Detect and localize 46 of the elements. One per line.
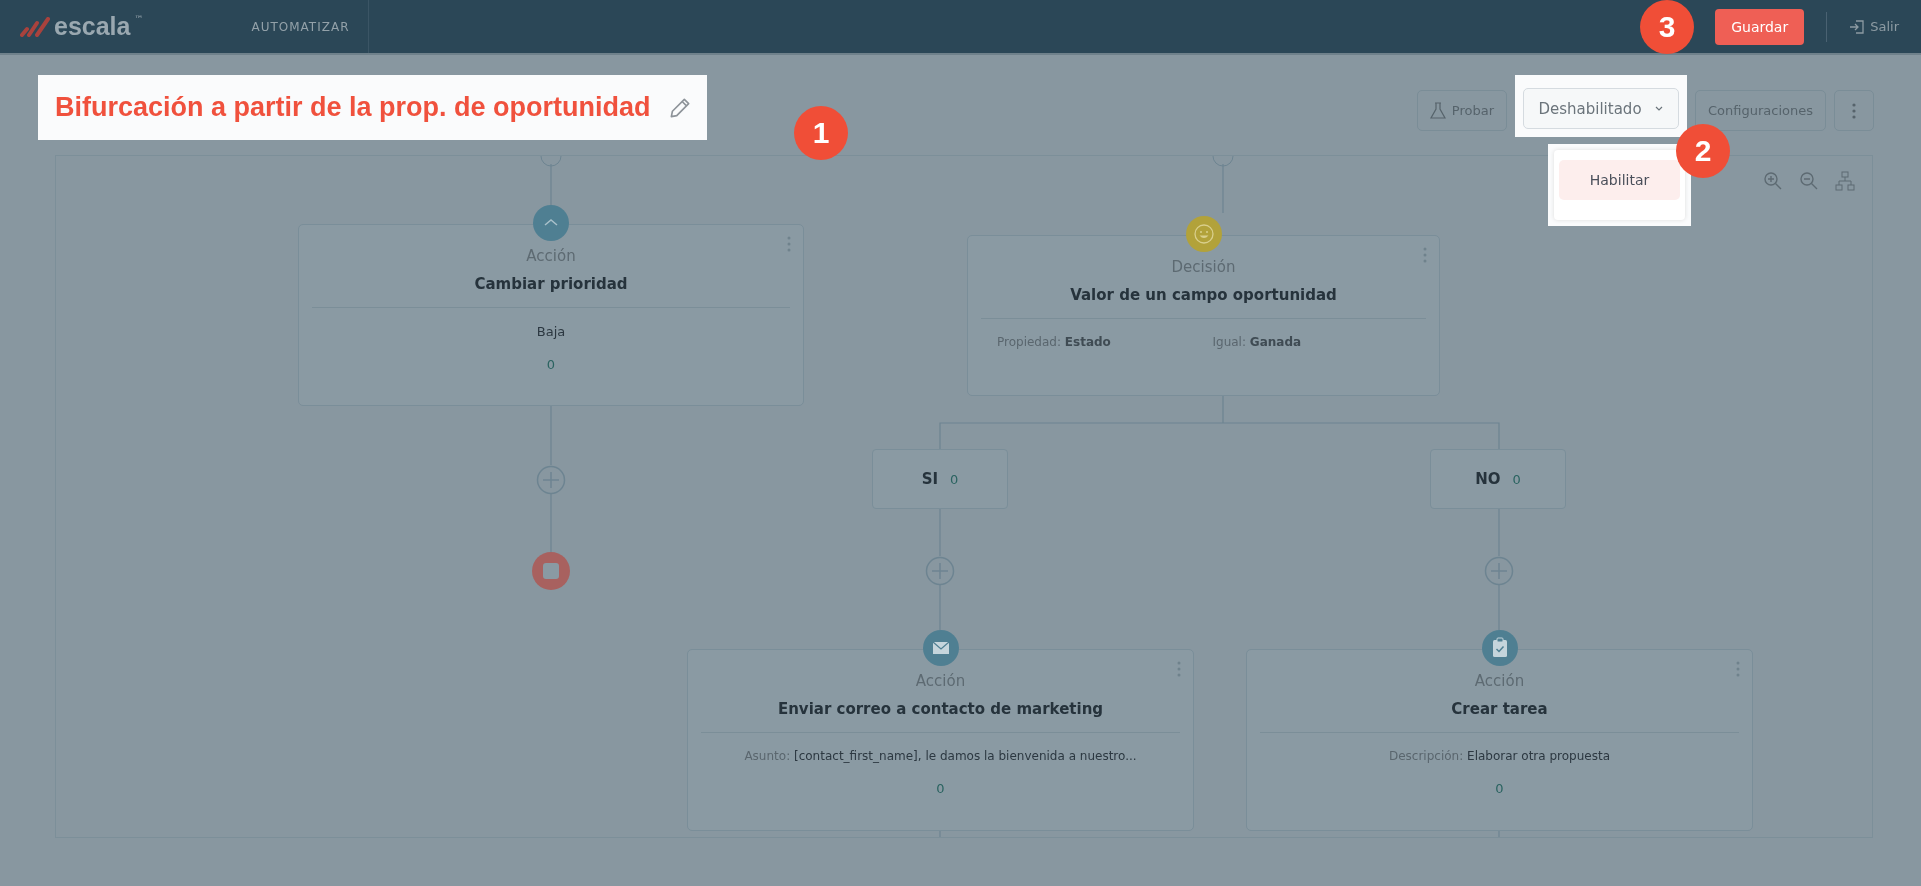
- node-count: 0: [936, 781, 945, 796]
- branch-label: NO: [1475, 470, 1501, 488]
- detail-value: [contact_first_name], le damos la bienvenida a nuestro...: [794, 749, 1137, 763]
- smiley-icon: [1185, 216, 1222, 252]
- add-step-icon[interactable]: [536, 465, 566, 495]
- node-title: Crear tarea: [1451, 700, 1548, 718]
- clipboard-check-icon: [1481, 630, 1518, 666]
- logo-text: escala: [54, 12, 131, 41]
- connector-end: [1212, 156, 1234, 167]
- detail-value: Baja: [536, 324, 566, 339]
- hierarchy-icon[interactable]: [1835, 171, 1855, 191]
- stop-icon: [532, 552, 570, 590]
- node-count: 0: [1495, 781, 1504, 796]
- add-step-icon[interactable]: [925, 556, 955, 586]
- caret-icon: [1653, 104, 1664, 113]
- branch-count: 0: [1512, 471, 1521, 487]
- logo-bars-icon: [20, 16, 50, 37]
- branch-box[interactable]: SI 0: [872, 449, 1008, 509]
- node-title: Enviar correo a contacto de marketing: [777, 700, 1104, 718]
- chevron-up-icon: [533, 205, 569, 241]
- status-dropdown[interactable]: Deshabilitado: [1523, 88, 1679, 129]
- step-badge: 1: [794, 106, 848, 160]
- detail-value: Elaborar otra propuesta: [1467, 749, 1611, 763]
- node-count: 0: [546, 357, 556, 372]
- automation-title: Bifurcación a partir de la prop. de oportunidad: [55, 92, 651, 123]
- trademark-mark: ™: [134, 14, 144, 24]
- branch-count: 0: [950, 471, 959, 487]
- detail-value: Ganada: [1249, 335, 1302, 349]
- node-title: Valor de un campo oportunidad: [1070, 286, 1337, 304]
- save-button[interactable]: Guardar: [1715, 8, 1805, 45]
- zoom-out-icon[interactable]: [1799, 171, 1819, 191]
- node-title: Cambiar prioridad: [474, 275, 628, 293]
- add-step-icon[interactable]: [1484, 556, 1514, 586]
- envelope-icon: [922, 630, 959, 666]
- menu-option[interactable]: Habilitar: [1559, 160, 1680, 200]
- zoom-in-icon[interactable]: [1763, 171, 1783, 191]
- connector-end: [540, 156, 562, 167]
- kebab-icon: [1852, 101, 1856, 120]
- flask-icon: [1429, 101, 1446, 120]
- exit-link[interactable]: Salir: [1849, 18, 1899, 35]
- more-button[interactable]: [1834, 90, 1874, 131]
- branch-box[interactable]: NO 0: [1430, 449, 1566, 509]
- exit-icon: [1849, 18, 1866, 35]
- branch-label: SI: [921, 470, 939, 488]
- detail-value: Estado: [1064, 335, 1111, 349]
- section-label: AUTOMATIZAR: [167, 0, 369, 53]
